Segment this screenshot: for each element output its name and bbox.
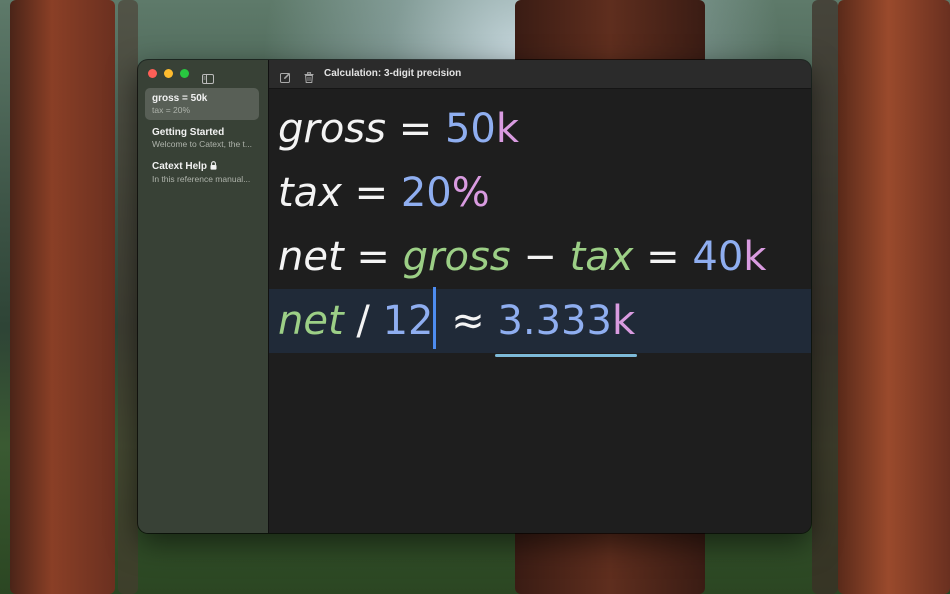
equals-operator: = bbox=[354, 170, 389, 216]
editor-line[interactable]: net = gross − tax = 40k bbox=[269, 225, 811, 293]
variable-reference: gross bbox=[402, 234, 511, 280]
equals-operator: = bbox=[398, 106, 433, 152]
value: 20% bbox=[401, 170, 490, 216]
number: 50 bbox=[444, 106, 496, 152]
variable-definition: tax bbox=[278, 170, 342, 216]
notes-sidebar: gross = 50k tax = 20% Getting Started We… bbox=[138, 60, 269, 533]
editor-line[interactable]: gross = 50k bbox=[269, 97, 811, 161]
trash-icon[interactable] bbox=[304, 68, 314, 87]
note-item-catext-help[interactable]: Catext Help In this reference manual... bbox=[145, 156, 259, 189]
variable-reference: net bbox=[278, 298, 344, 344]
note-title: gross = 50k bbox=[152, 93, 208, 104]
close-button[interactable] bbox=[148, 69, 157, 78]
unit: k bbox=[495, 106, 520, 152]
note-item-getting-started[interactable]: Getting Started Welcome to Catext, the t… bbox=[145, 122, 259, 154]
note-preview: Welcome to Catext, the t... bbox=[152, 139, 252, 149]
number: 20 bbox=[400, 170, 452, 216]
wallpaper-tree bbox=[812, 0, 838, 594]
toolbar: Calculation: 3-digit precision bbox=[269, 60, 811, 89]
divide-operator: / bbox=[356, 298, 370, 344]
wallpaper-tree bbox=[838, 0, 950, 594]
number: 3.333 bbox=[497, 298, 612, 344]
variable-definition: net bbox=[278, 234, 344, 280]
editor-line-active[interactable]: net / 12 ≈ 3.333k bbox=[269, 287, 811, 357]
editor-line[interactable]: tax = 20% bbox=[269, 161, 811, 225]
document-title: Calculation: 3-digit precision bbox=[324, 68, 462, 79]
note-preview: In this reference manual... bbox=[152, 174, 251, 184]
wallpaper-tree bbox=[118, 0, 138, 594]
variable-definition: gross bbox=[278, 106, 386, 152]
window-controls bbox=[148, 69, 189, 78]
number: 12 bbox=[382, 298, 434, 344]
lock-icon bbox=[210, 161, 217, 173]
app-window: gross = 50k tax = 20% Getting Started We… bbox=[138, 60, 811, 533]
compose-icon[interactable] bbox=[280, 68, 291, 87]
zoom-button[interactable] bbox=[180, 69, 189, 78]
minus-operator: − bbox=[523, 234, 557, 280]
note-preview: tax = 20% bbox=[152, 105, 191, 115]
minimize-button[interactable] bbox=[164, 69, 173, 78]
sidebar-toggle-icon[interactable] bbox=[202, 69, 214, 88]
number: 40 bbox=[692, 234, 744, 280]
text-caret bbox=[433, 287, 437, 349]
value: 50k bbox=[445, 106, 519, 152]
variable-reference: tax bbox=[569, 234, 634, 280]
unit: k bbox=[611, 298, 636, 344]
computed-result[interactable]: 40k bbox=[690, 225, 769, 293]
approx-operator: ≈ bbox=[451, 298, 485, 344]
unit: % bbox=[451, 170, 490, 216]
computed-result[interactable]: 3.333k bbox=[495, 289, 637, 357]
wallpaper-tree bbox=[10, 0, 115, 594]
note-item-gross[interactable]: gross = 50k tax = 20% bbox=[145, 88, 259, 120]
editor[interactable]: gross = 50k tax = 20% net = gross − tax … bbox=[269, 89, 811, 533]
note-title: Catext Help bbox=[152, 161, 208, 172]
equals-operator: = bbox=[356, 234, 390, 280]
note-title: Getting Started bbox=[152, 127, 225, 138]
note-title-row: Catext Help bbox=[152, 161, 252, 173]
unit: k bbox=[743, 234, 767, 280]
equals-operator: = bbox=[646, 234, 680, 280]
